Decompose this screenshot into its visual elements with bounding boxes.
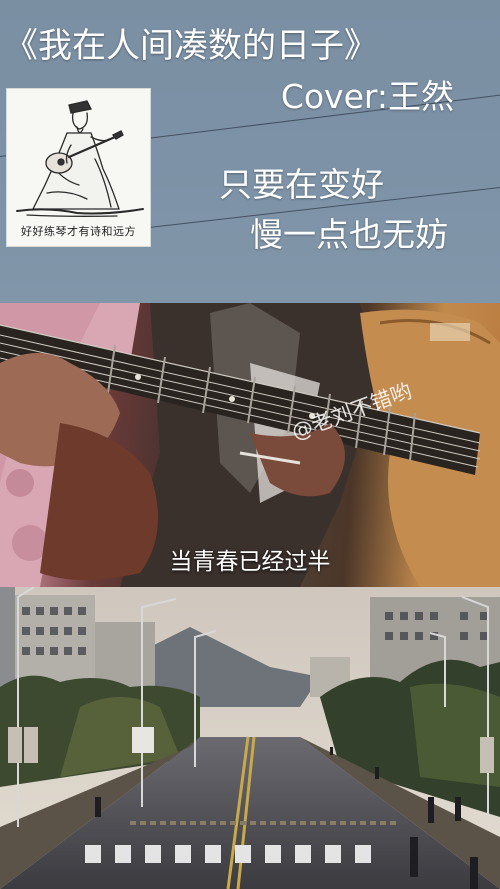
guitarist-sketch-illustration: [16, 100, 144, 217]
guitarist-sketch-card: 好好练琴才有诗和远方: [6, 88, 151, 247]
song-title: 《我在人间凑数的日子》: [4, 26, 378, 66]
lyric-line-2: 慢一点也无妨: [250, 215, 448, 254]
lyric-line-1: 只要在变好: [219, 165, 384, 204]
sketch-caption: 好好练琴才有诗和远方: [21, 225, 136, 238]
header-panel: 《我在人间凑数的日子》 Cover:王然 只要在变好 慢一点也无妨 好好练琴才有…: [0, 0, 500, 303]
cover-credit: Cover:王然: [280, 77, 454, 116]
campus-road-illustration: [0, 587, 500, 889]
video-subtitle: 当青春已经过半: [169, 549, 331, 575]
campus-road-photo: [0, 587, 500, 889]
